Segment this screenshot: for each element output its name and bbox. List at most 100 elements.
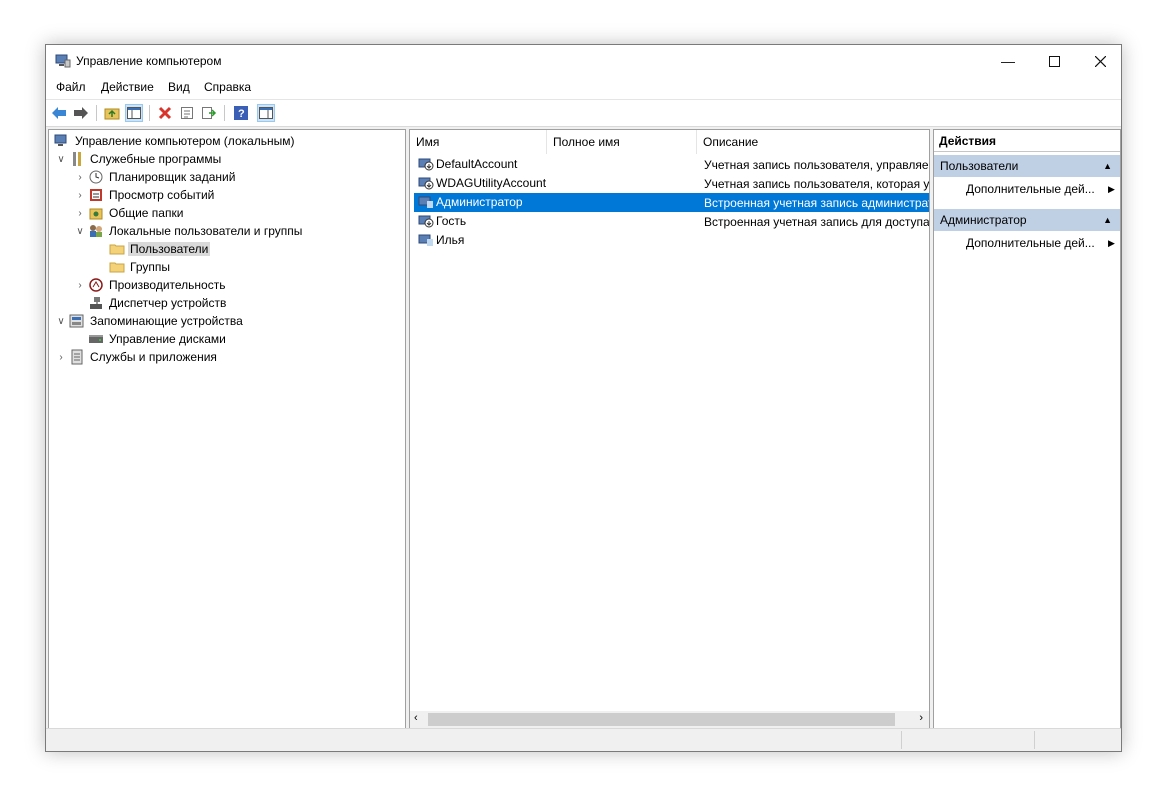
actions-group-label: Пользователи	[940, 159, 1019, 173]
tree-node-groups[interactable]: Группы	[107, 258, 172, 276]
list-item[interactable]: DefaultAccount Учетная запись пользовате…	[414, 155, 929, 174]
forward-button[interactable]	[72, 104, 90, 122]
delete-button[interactable]	[156, 104, 174, 122]
tree-node-users[interactable]: Пользователи	[107, 240, 211, 258]
submenu-arrow-icon: ▶	[1108, 238, 1115, 248]
chevron-down-icon[interactable]: ∨	[55, 154, 67, 165]
more-actions-administrator[interactable]: Дополнительные дей... ▶	[966, 233, 1116, 253]
back-arrow-icon	[52, 107, 66, 119]
chevron-right-icon[interactable]: ›	[74, 172, 86, 183]
scroll-right-icon[interactable]: ›	[919, 712, 923, 724]
services-icon	[69, 349, 85, 365]
user-description: Встроенная учетная запись для доступа ..…	[704, 215, 929, 229]
delete-icon	[158, 106, 172, 120]
actions-pane: Действия Пользователи ▲ Дополнительные д…	[933, 129, 1121, 729]
user-account-icon	[418, 196, 433, 208]
menu-action[interactable]: Действие	[101, 80, 154, 94]
tree-label-root: Управление компьютером (локальным)	[75, 134, 295, 148]
chevron-down-icon[interactable]: ∨	[55, 316, 67, 327]
tree-node-local-users-groups[interactable]: ∨ Локальные пользователи и группы	[74, 222, 304, 240]
column-header-full-name[interactable]: Полное имя	[547, 130, 697, 154]
folder-icon	[109, 259, 125, 275]
chevron-right-icon[interactable]: ›	[74, 280, 86, 291]
list-item[interactable]: Гость Встроенная учетная запись для дост…	[414, 212, 929, 231]
properties-button[interactable]	[178, 104, 196, 122]
list-item[interactable]: Илья	[414, 231, 929, 250]
up-one-level-button[interactable]	[103, 104, 121, 122]
actions-title: Действия	[934, 130, 1120, 152]
collapse-up-icon: ▲	[1103, 215, 1112, 225]
title-bar: Управление компьютером —	[46, 45, 1121, 77]
tree-label-task-scheduler: Планировщик заданий	[109, 170, 236, 184]
tree-label-local-users-groups: Локальные пользователи и группы	[109, 224, 303, 238]
user-name: DefaultAccount	[436, 157, 518, 171]
tree-node-services-apps[interactable]: › Службы и приложения	[55, 348, 219, 366]
toolbar-separator	[149, 105, 150, 121]
tree-label-disk-management: Управление дисками	[109, 332, 226, 346]
user-name: Илья	[436, 233, 465, 247]
user-account-icon	[418, 158, 434, 171]
chevron-right-icon[interactable]: ›	[74, 208, 86, 219]
disk-icon	[88, 331, 104, 347]
user-account-icon	[418, 215, 434, 228]
tree-node-disk-management[interactable]: Управление дисками	[86, 330, 228, 348]
computer-management-window: Управление компьютером — Файл Действие В…	[45, 44, 1122, 752]
actions-group-administrator[interactable]: Администратор ▲	[934, 209, 1120, 231]
chevron-right-icon[interactable]: ›	[74, 190, 86, 201]
tree-label-device-manager: Диспетчер устройств	[109, 296, 227, 310]
tree-label-services-apps: Службы и приложения	[90, 350, 217, 364]
list-item[interactable]: WDAGUtilityAccount Учетная запись пользо…	[414, 174, 929, 193]
actions-group-label: Администратор	[940, 213, 1027, 227]
export-list-button[interactable]	[200, 104, 218, 122]
tree-node-root[interactable]: Управление компьютером (локальным)	[52, 132, 297, 150]
scrollbar-thumb[interactable]	[428, 713, 895, 726]
scroll-left-icon[interactable]: ‹	[414, 712, 418, 724]
status-bar	[46, 728, 1121, 751]
tree-node-storage[interactable]: ∨ Запоминающие устройства	[55, 312, 245, 330]
tree-label-system-tools: Служебные программы	[90, 152, 222, 166]
show-hide-action-pane-button[interactable]	[257, 104, 275, 122]
menu-file[interactable]: Файл	[56, 80, 86, 94]
storage-icon	[69, 313, 85, 329]
up-folder-icon	[104, 108, 120, 120]
tree-node-system-tools[interactable]: ∨ Служебные программы	[55, 150, 223, 168]
more-actions-label: Дополнительные дей...	[966, 236, 1095, 250]
show-hide-tree-button[interactable]	[125, 104, 143, 122]
computer-management-app-icon	[55, 54, 71, 68]
device-manager-icon	[88, 295, 104, 311]
help-button[interactable]: ?	[232, 104, 250, 122]
chevron-down-icon[interactable]: ∨	[74, 226, 86, 237]
maximize-button[interactable]	[1031, 45, 1077, 77]
more-actions-users[interactable]: Дополнительные дей... ▶	[966, 179, 1116, 199]
help-icon: ?	[234, 106, 248, 120]
users-list-pane: Имя Полное имя Описание DefaultAccount У…	[409, 129, 930, 729]
tree-label-shared-folders: Общие папки	[109, 206, 184, 220]
close-button[interactable]	[1077, 45, 1123, 77]
forward-arrow-icon	[74, 107, 88, 119]
tools-icon	[69, 151, 85, 167]
tree-node-event-viewer[interactable]: › Просмотр событий	[74, 186, 216, 204]
tree-node-shared-folders[interactable]: › Общие папки	[74, 204, 185, 222]
close-icon	[1094, 55, 1106, 67]
column-header-name[interactable]: Имя	[410, 130, 547, 154]
user-description: Учетная запись пользователя, которая у..…	[704, 177, 929, 191]
minimize-button[interactable]: —	[985, 45, 1031, 77]
tree-label-performance: Производительность	[109, 278, 226, 292]
tree-label-users: Пользователи	[128, 242, 211, 256]
user-name: Гость	[436, 214, 467, 228]
tree-node-device-manager[interactable]: Диспетчер устройств	[86, 294, 228, 312]
horizontal-scrollbar[interactable]: ‹ ›	[410, 711, 929, 728]
list-item-selected[interactable]: Администратор Встроенная учетная запись …	[414, 193, 929, 212]
tree-node-performance[interactable]: › Производительность	[74, 276, 227, 294]
actions-group-users[interactable]: Пользователи ▲	[934, 155, 1120, 177]
menu-view[interactable]: Вид	[168, 80, 190, 94]
svg-text:?: ?	[238, 108, 245, 120]
column-header-description[interactable]: Описание	[697, 130, 929, 154]
menu-help[interactable]: Справка	[204, 80, 251, 94]
window-title: Управление компьютером	[76, 54, 222, 68]
console-tree-pane: Управление компьютером (локальным) ∨ Слу…	[48, 129, 406, 729]
toolbar-separator	[224, 105, 225, 121]
tree-node-task-scheduler[interactable]: › Планировщик заданий	[74, 168, 237, 186]
back-button[interactable]	[50, 104, 68, 122]
chevron-right-icon[interactable]: ›	[55, 352, 67, 363]
